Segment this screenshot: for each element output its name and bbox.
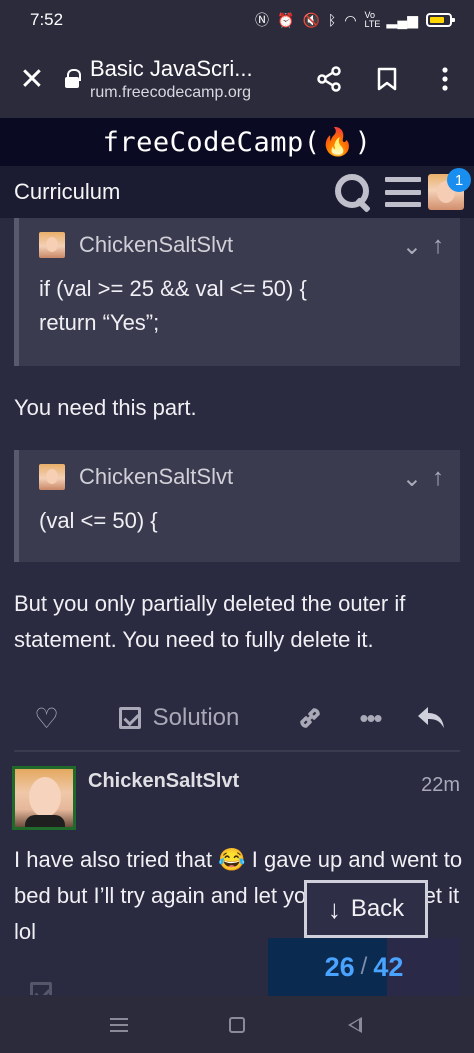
quote-author[interactable]: ChickenSaltSlvt — [79, 464, 233, 490]
post-username[interactable]: ChickenSaltSlvt — [88, 770, 239, 793]
page-url: rum.freecodecamp.org — [90, 84, 251, 101]
chevron-down-icon[interactable]: ⌄ — [402, 232, 422, 261]
more-menu-button[interactable] — [416, 67, 474, 91]
like-button[interactable]: ♡ — [14, 702, 84, 735]
checkbox-icon — [30, 982, 52, 995]
alarm-icon: ⏰ — [277, 11, 295, 28]
solution-label: Solution — [152, 704, 240, 731]
url-block[interactable]: Basic JavaScri... rum.freecodecamp.org — [64, 56, 300, 102]
reply-text: But you only partially deleted the outer… — [14, 591, 406, 652]
heart-icon: ♡ — [34, 702, 60, 734]
hamburger-button[interactable] — [378, 166, 428, 218]
search-button[interactable] — [328, 166, 378, 218]
bookmark-icon — [377, 67, 397, 91]
nfc-icon: Ⓝ — [255, 12, 270, 28]
hamburger-icon — [385, 177, 421, 207]
mute-icon: 🔇 — [302, 11, 320, 28]
share-icon — [317, 66, 341, 92]
progress-total: 42 — [373, 951, 404, 982]
reply-icon — [418, 707, 444, 728]
back-label: Back — [350, 895, 405, 922]
quote-avatar — [39, 232, 65, 258]
more-horizontal-icon: ••• — [359, 702, 382, 733]
close-icon: ✕ — [19, 62, 45, 96]
close-tab-button[interactable]: ✕ — [0, 62, 64, 97]
clock: 7:52 — [30, 10, 64, 29]
lock-icon — [64, 69, 81, 89]
reply-button[interactable] — [400, 705, 460, 731]
quote-author[interactable]: ChickenSaltSlvt — [79, 232, 233, 258]
quote-controls: ⌄ ↑ — [402, 232, 444, 261]
site-header: freeCodeCamp(🔥) — [0, 118, 474, 166]
solution-button[interactable]: Solution — [104, 704, 254, 732]
quote-line: if (val >= 25 && val <= 50) { — [39, 276, 307, 301]
progress-text: 26 / 42 — [268, 938, 460, 996]
quote-avatar — [39, 464, 65, 490]
notification-badge[interactable]: 1 — [447, 168, 471, 192]
quote-header: ChickenSaltSlvt — [39, 232, 440, 258]
checkbox-icon — [118, 707, 141, 729]
system-nav-bar — [0, 996, 474, 1053]
reply-text: You need this part. — [14, 395, 197, 420]
back-button[interactable]: ↓ Back — [304, 880, 428, 938]
search-icon — [333, 172, 373, 212]
progress-separator: / — [360, 953, 368, 980]
post-divider — [14, 750, 460, 752]
link-icon — [300, 708, 320, 728]
share-button[interactable] — [300, 66, 358, 92]
post-avatar[interactable] — [12, 766, 76, 830]
more-vertical-icon — [442, 67, 448, 91]
status-icons: Ⓝ ⏰ 🔇 ᛒ ◠ Vo LTE ▂▄▆ — [255, 10, 455, 30]
signal-icon: ▂▄▆ — [386, 11, 418, 28]
quote-block: ChickenSaltSlvt ⌄ ↑ if (val >= 25 && val… — [14, 218, 460, 366]
menu-icon — [110, 1017, 128, 1032]
status-bar: 7:52 Ⓝ ⏰ 🔇 ᛒ ◠ Vo LTE ▂▄▆ — [0, 0, 474, 40]
home-button[interactable] — [217, 1016, 257, 1033]
recents-button[interactable] — [99, 1017, 139, 1032]
quote-header: ChickenSaltSlvt — [39, 464, 440, 490]
quote-controls: ⌄ ↑ — [402, 464, 444, 493]
quote-line: (val <= 50) { — [39, 508, 158, 533]
category-title[interactable]: Curriculum — [14, 179, 328, 205]
arrow-up-icon[interactable]: ↑ — [432, 232, 444, 261]
arrow-up-icon[interactable]: ↑ — [432, 464, 444, 493]
bluetooth-icon: ᛒ — [327, 12, 337, 28]
post-actions: ♡ Solution ••• — [14, 692, 460, 744]
post-stream: ChickenSaltSlvt ⌄ ↑ if (val >= 25 && val… — [0, 218, 474, 995]
volte-icon: Vo LTE — [364, 10, 381, 29]
topic-progress[interactable]: 26 / 42 — [268, 938, 460, 996]
back-triangle-icon — [348, 1016, 362, 1033]
chevron-down-icon[interactable]: ⌄ — [402, 464, 422, 493]
bookmark-button[interactable] — [358, 67, 416, 91]
quote-block: ChickenSaltSlvt ⌄ ↑ (val <= 50) { — [14, 450, 460, 562]
page-title: Basic JavaScri... — [90, 56, 253, 81]
post-time[interactable]: 22m — [421, 774, 460, 797]
forum-header: Curriculum — [0, 166, 474, 218]
progress-current: 26 — [324, 951, 355, 982]
system-back-button[interactable] — [335, 1016, 375, 1033]
arrow-down-icon: ↓ — [327, 893, 341, 924]
more-actions-button[interactable]: ••• — [340, 703, 400, 734]
fcc-logo[interactable]: freeCodeCamp(🔥) — [103, 126, 372, 158]
copy-link-button[interactable] — [280, 704, 340, 732]
battery-icon — [426, 13, 455, 27]
browser-toolbar: ✕ Basic JavaScri... rum.freecodecamp.org — [0, 40, 474, 118]
wifi-icon: ◠ — [344, 11, 357, 28]
quote-line: return “Yes”; — [39, 310, 160, 335]
home-icon — [229, 1016, 245, 1033]
